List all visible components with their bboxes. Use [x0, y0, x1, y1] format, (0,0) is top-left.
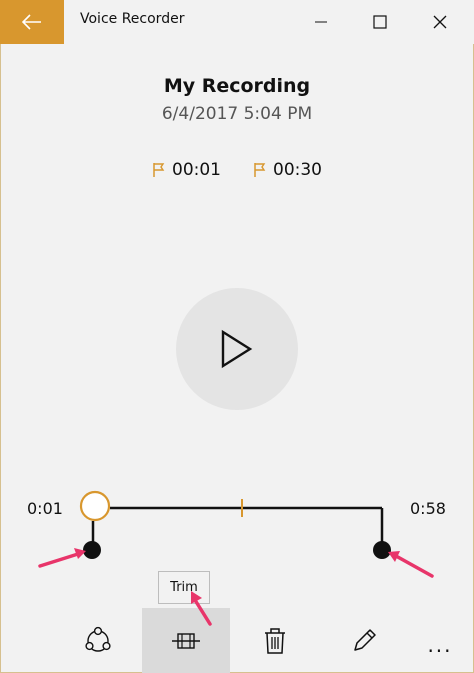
recording-date: 6/4/2017 5:04 PM — [161, 104, 313, 124]
share-icon — [85, 626, 111, 652]
flag-icon — [254, 163, 266, 177]
more-button[interactable]: ... — [396, 608, 474, 673]
close-icon — [433, 15, 447, 29]
share-button[interactable] — [54, 608, 142, 673]
close-button[interactable] — [417, 0, 463, 44]
annotation-arrow-left — [38, 548, 86, 568]
title-bar: Voice Recorder — [0, 0, 474, 44]
minimize-button[interactable] — [298, 0, 344, 44]
rename-button[interactable] — [320, 608, 408, 673]
trim-start-handle[interactable] — [79, 490, 111, 522]
play-button[interactable] — [176, 288, 298, 410]
delete-icon — [265, 627, 285, 654]
marker-item[interactable]: 00:01 — [152, 160, 221, 180]
marker-item[interactable]: 00:30 — [253, 160, 322, 180]
minimize-icon — [315, 21, 327, 23]
flag-icon — [153, 163, 165, 177]
trim-timeline — [38, 490, 434, 578]
marker-time: 00:01 — [172, 160, 221, 180]
delete-button[interactable] — [231, 608, 319, 673]
trim-start-grip[interactable] — [83, 541, 101, 559]
recording-title: My Recording — [163, 75, 311, 97]
marker-time: 00:30 — [273, 160, 322, 180]
maximize-button[interactable] — [357, 0, 403, 44]
trim-icon — [172, 632, 200, 649]
rename-pencil-icon — [354, 628, 376, 651]
more-icon: ... — [427, 632, 453, 657]
back-button[interactable] — [0, 0, 64, 44]
annotation-arrow-right — [388, 551, 434, 578]
app-title: Voice Recorder — [80, 11, 185, 27]
back-arrow-icon — [22, 14, 41, 30]
annotation-arrow-trim — [191, 591, 212, 626]
play-icon — [221, 329, 253, 369]
trim-end-grip[interactable] — [373, 541, 391, 559]
maximize-icon — [373, 15, 387, 29]
